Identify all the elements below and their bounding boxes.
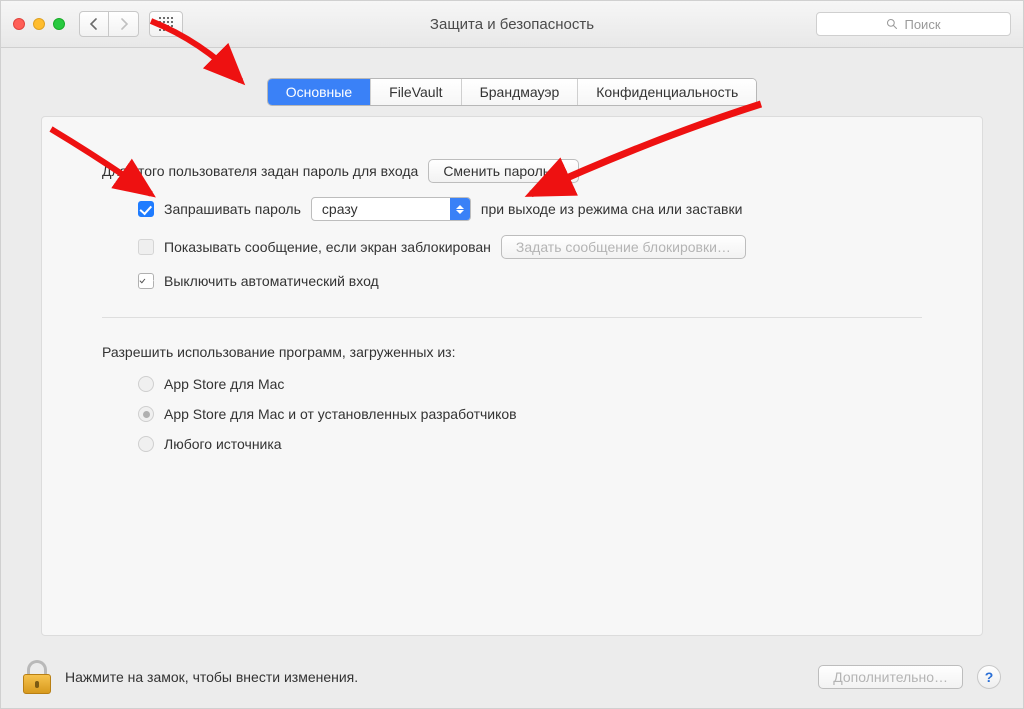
checkmark-icon xyxy=(139,275,146,287)
apps-option-appstore: App Store для Mac xyxy=(138,376,922,392)
set-lock-message-button[interactable]: Задать сообщение блокировки… xyxy=(501,235,746,259)
apps-radio-appstore[interactable] xyxy=(138,376,154,392)
tab-firewall[interactable]: Брандмауэр xyxy=(462,79,579,105)
login-password-text: Для этого пользователя задан пароль для … xyxy=(102,163,418,179)
require-password-delay-value: сразу xyxy=(312,201,450,217)
apps-radio-anywhere-label: Любого источника xyxy=(164,436,282,452)
back-button[interactable] xyxy=(79,11,109,37)
window-controls xyxy=(13,18,65,30)
apps-radio-anywhere[interactable] xyxy=(138,436,154,452)
change-password-button[interactable]: Сменить пароль… xyxy=(428,159,579,183)
help-button[interactable]: ? xyxy=(977,665,1001,689)
tab-privacy[interactable]: Конфиденциальность xyxy=(578,79,756,105)
titlebar: Защита и безопасность Поиск xyxy=(1,1,1023,48)
close-window-button[interactable] xyxy=(13,18,25,30)
apps-radio-appstore-label: App Store для Mac xyxy=(164,376,284,392)
forward-button[interactable] xyxy=(109,11,139,37)
chevron-left-icon xyxy=(89,18,99,30)
login-password-row: Для этого пользователя задан пароль для … xyxy=(102,159,922,183)
grid-icon xyxy=(159,17,173,31)
footer-right: Дополнительно… ? xyxy=(818,665,1001,689)
show-all-button[interactable] xyxy=(149,11,183,37)
divider xyxy=(102,317,922,318)
advanced-button[interactable]: Дополнительно… xyxy=(818,665,963,689)
apps-radio-identified[interactable] xyxy=(138,406,154,422)
show-lock-message-row: Показывать сообщение, если экран заблоки… xyxy=(138,235,922,259)
disable-auto-login-row: Выключить автоматический вход xyxy=(138,273,922,289)
show-lock-message-label: Показывать сообщение, если экран заблоки… xyxy=(164,239,491,255)
search-placeholder: Поиск xyxy=(904,17,940,32)
require-password-checkbox[interactable] xyxy=(138,201,154,217)
require-password-delay-select[interactable]: сразу xyxy=(311,197,471,221)
search-icon xyxy=(886,18,898,30)
chevron-right-icon xyxy=(119,18,129,30)
prefs-window: Защита и безопасность Поиск Основные Fil… xyxy=(0,0,1024,709)
zoom-window-button[interactable] xyxy=(53,18,65,30)
tab-group: Основные FileVault Брандмауэр Конфиденци… xyxy=(267,78,758,106)
stepper-arrows-icon xyxy=(450,198,470,220)
apps-option-identified: App Store для Mac и от установленных раз… xyxy=(138,406,922,422)
lock-keyhole-icon xyxy=(35,681,39,688)
apps-option-anywhere: Любого источника xyxy=(138,436,922,452)
allow-apps-label: Разрешить использование программ, загруж… xyxy=(102,344,922,360)
apps-radio-identified-label: App Store для Mac и от установленных раз… xyxy=(164,406,517,422)
general-panel: Для этого пользователя задан пароль для … xyxy=(41,116,983,636)
disable-auto-login-checkbox[interactable] xyxy=(138,273,154,289)
tab-bar: Основные FileVault Брандмауэр Конфиденци… xyxy=(21,78,1003,106)
tab-general[interactable]: Основные xyxy=(268,79,371,105)
require-password-row: Запрашивать пароль сразу при выходе из р… xyxy=(138,197,922,221)
show-lock-message-checkbox[interactable] xyxy=(138,239,154,255)
require-password-label: Запрашивать пароль xyxy=(164,201,301,217)
search-field[interactable]: Поиск xyxy=(816,12,1011,36)
lock-button[interactable] xyxy=(23,660,51,694)
lock-hint-text: Нажмите на замок, чтобы внести изменения… xyxy=(65,669,358,685)
disable-auto-login-label: Выключить автоматический вход xyxy=(164,273,379,289)
tab-filevault[interactable]: FileVault xyxy=(371,79,461,105)
nav-buttons xyxy=(79,11,139,37)
require-password-rest: при выходе из режима сна или заставки xyxy=(481,201,743,217)
content-area: Основные FileVault Брандмауэр Конфиденци… xyxy=(1,48,1023,636)
footer: Нажмите на замок, чтобы внести изменения… xyxy=(1,646,1023,708)
minimize-window-button[interactable] xyxy=(33,18,45,30)
